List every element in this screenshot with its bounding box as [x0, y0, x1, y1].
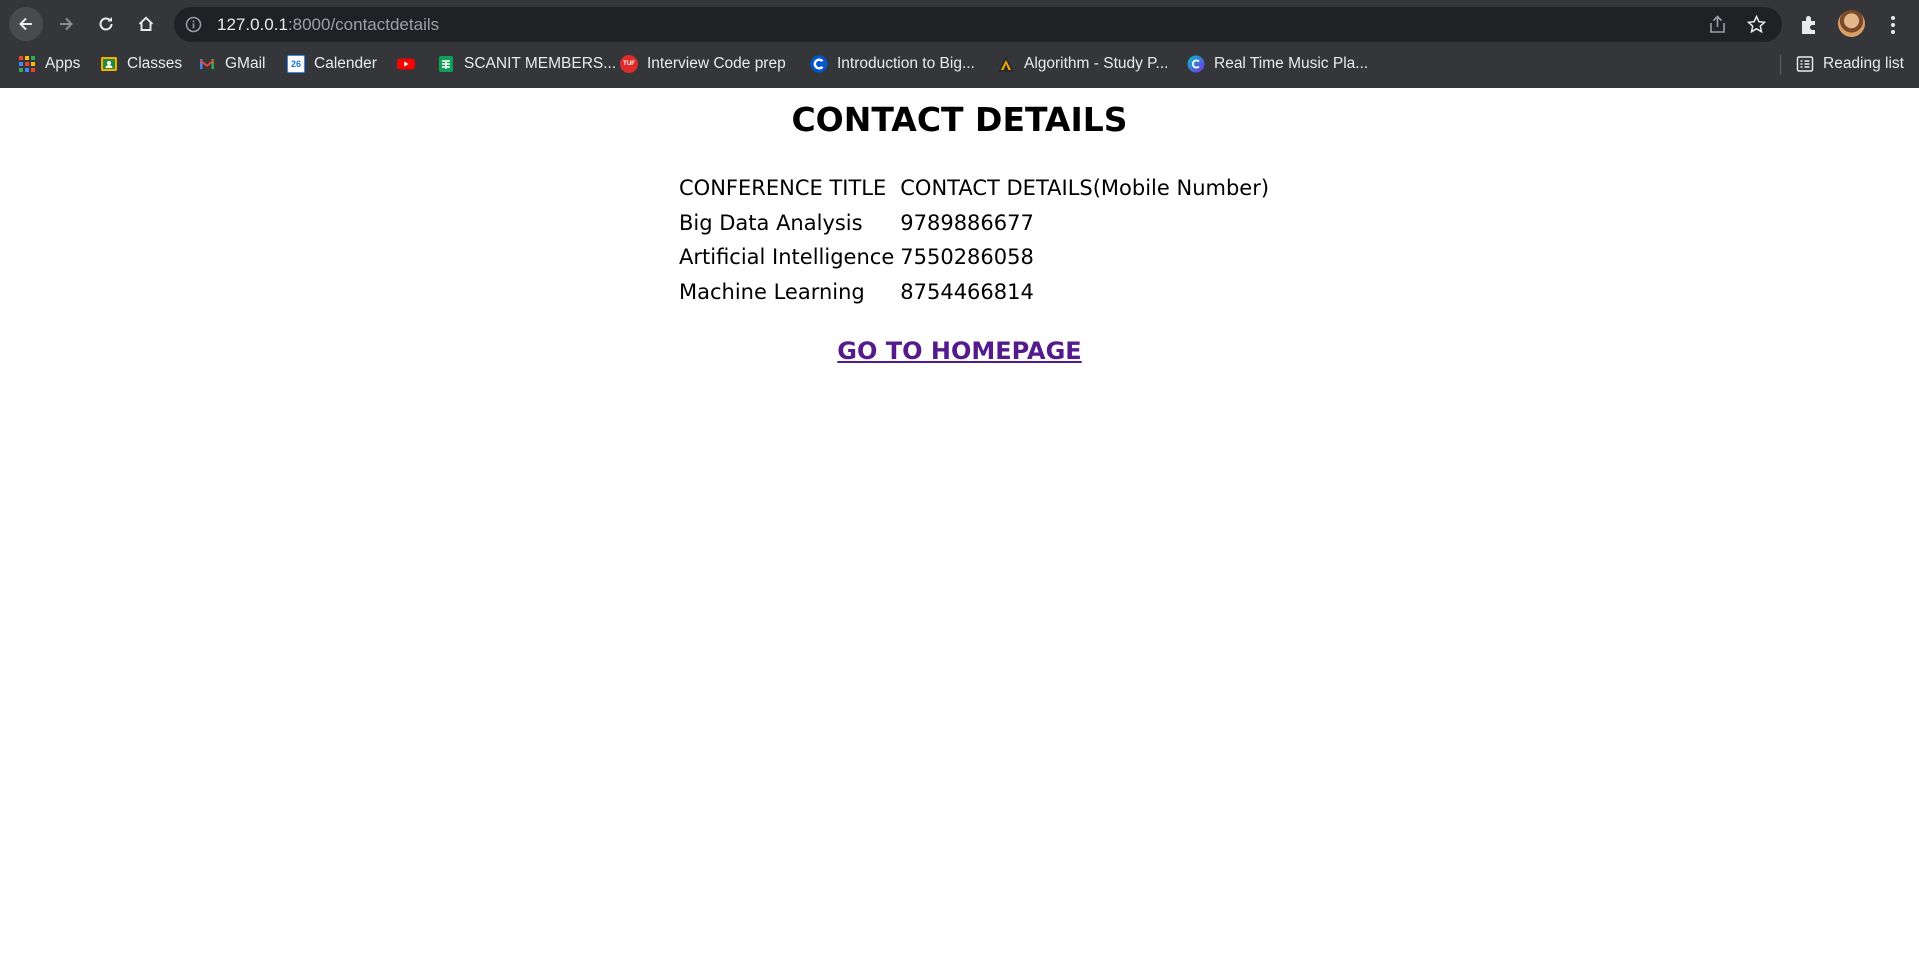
forward-button[interactable]: [49, 7, 83, 41]
gmail-icon: [198, 55, 216, 73]
bookmark-star-icon[interactable]: [1746, 14, 1767, 35]
bookmark-label: Algorithm - Study P...: [1024, 55, 1169, 72]
browser-toolbar: 127.0.0.1:8000/contactdetails: [0, 0, 1919, 49]
table-row: Big Data Analysis 9789886677: [677, 206, 1273, 241]
bookmark-real-time-music[interactable]: Real Time Music Pla...: [1187, 49, 1368, 79]
conference-title-cell: Artificial Intelligence: [679, 245, 895, 269]
url-path: :8000/contactdetails: [287, 15, 440, 34]
bookmark-label: Apps: [45, 55, 81, 72]
info-icon[interactable]: [185, 16, 202, 33]
header-conference-title: CONFERENCE TITLE: [679, 176, 887, 200]
bookmark-apps[interactable]: Apps: [18, 49, 80, 79]
share-icon[interactable]: [1707, 14, 1728, 35]
conference-title-cell: Machine Learning: [679, 279, 865, 304]
calendar-icon: 26: [287, 55, 305, 73]
profile-avatar[interactable]: [1838, 10, 1865, 37]
bookmark-label: Classes: [127, 55, 183, 72]
browser-chrome: 127.0.0.1:8000/contactdetails Apps Class…: [0, 0, 1919, 88]
mobile-number-cell: 9789886677: [900, 210, 1034, 235]
bookmark-label: Introduction to Big...: [837, 55, 975, 72]
page-title: CONTACT DETAILS: [791, 100, 1128, 139]
coursera-icon: [810, 55, 828, 73]
back-button[interactable]: [9, 7, 43, 41]
page-content: CONTACT DETAILS CONFERENCE TITLE CONTACT…: [0, 88, 1919, 972]
table-header-row: CONFERENCE TITLE CONTACT DETAILS(Mobile …: [677, 171, 1273, 206]
classroom-icon: [100, 55, 118, 73]
mobile-number-cell: 8754466814: [900, 279, 1034, 304]
mobile-number-cell: 7550286058: [900, 245, 1034, 269]
bookmark-label: Calender: [314, 55, 377, 72]
algorithm-icon: [997, 55, 1015, 73]
bookmarks-bar: Apps Classes GMail 26 Calender SCANIT ME…: [0, 49, 1919, 88]
reload-icon: [99, 17, 113, 31]
bookmark-label: Real Time Music Pla...: [1214, 55, 1369, 72]
bookmark-gmail[interactable]: GMail: [198, 49, 265, 79]
bookmark-label: Interview Code prep: [647, 55, 786, 72]
canva-icon: [1187, 55, 1205, 73]
apps-grid-icon: [18, 55, 36, 73]
reading-list-label: Reading list: [1823, 55, 1904, 72]
url-text[interactable]: 127.0.0.1:8000/contactdetails: [217, 7, 439, 42]
bookmark-youtube[interactable]: [397, 49, 415, 79]
address-bar[interactable]: 127.0.0.1:8000/contactdetails: [174, 7, 1782, 42]
bookmark-classes[interactable]: Classes: [100, 49, 182, 79]
bookmark-algorithm-study[interactable]: Algorithm - Study P...: [997, 49, 1168, 79]
arrow-left-icon: [19, 17, 32, 31]
homepage-link-container: GO TO HOMEPAGE: [0, 337, 1919, 365]
url-host: 127.0.0.1: [217, 15, 288, 34]
bookmark-label: GMail: [225, 55, 266, 72]
bookmark-label: SCANIT MEMBERS...: [464, 55, 617, 72]
youtube-icon: [397, 55, 415, 73]
table-row: Artificial Intelligence 7550286058: [677, 240, 1273, 275]
bookmark-introduction-to-big[interactable]: Introduction to Big...: [810, 49, 975, 79]
bookmark-scanit-members[interactable]: SCANIT MEMBERS...: [437, 49, 616, 79]
home-icon: [138, 16, 154, 31]
bookmark-interview-code-prep[interactable]: TUF Interview Code prep: [620, 49, 786, 79]
reading-list-icon: [1796, 55, 1814, 73]
bookmarks-divider: [1780, 55, 1781, 75]
arrow-right-icon: [60, 17, 73, 31]
reading-list-button[interactable]: Reading list: [1796, 49, 1904, 79]
sheets-icon: [437, 55, 455, 73]
home-button[interactable]: [129, 7, 163, 41]
extensions-puzzle-icon[interactable]: [1797, 12, 1823, 38]
go-to-homepage-link[interactable]: GO TO HOMEPAGE: [837, 337, 1081, 365]
header-contact-details: CONTACT DETAILS(Mobile Number): [900, 176, 1270, 200]
bookmark-calender[interactable]: 26 Calender: [287, 49, 377, 79]
kebab-menu-icon[interactable]: [1884, 12, 1902, 38]
reload-button[interactable]: [89, 7, 123, 41]
conference-title-cell: Big Data Analysis: [679, 210, 863, 235]
contact-table: CONFERENCE TITLE CONTACT DETAILS(Mobile …: [677, 171, 1273, 309]
tuf-icon: TUF: [620, 55, 638, 73]
table-row: Machine Learning 8754466814: [677, 275, 1273, 310]
